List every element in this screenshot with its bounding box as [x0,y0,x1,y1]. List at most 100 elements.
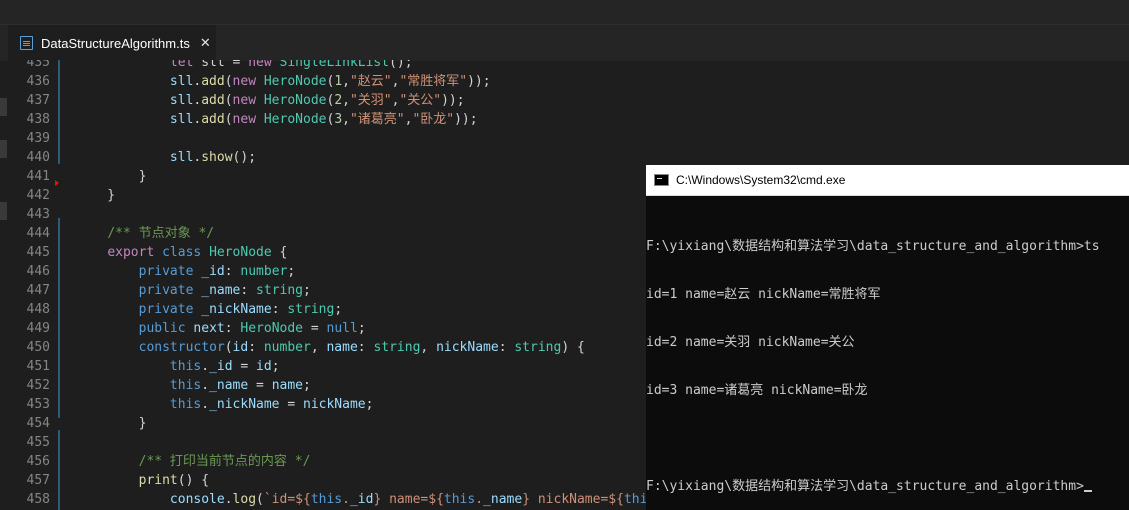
code-line[interactable]: 439 [0,129,1129,148]
code-token: ( [224,340,233,355]
line-number: 437 [26,93,50,108]
code-line[interactable]: 438 sll.add(new HeroNode(3,"诸葛亮","卧龙")); [0,110,1129,129]
code-token: , [342,93,350,108]
code-token: sll = [193,60,249,70]
code-token: = [279,397,303,412]
code-token: this [310,492,343,507]
code-token: this [169,397,202,412]
line-number: 441 [26,169,50,184]
code-token: this [169,378,202,393]
code-token: nickName [303,397,366,412]
code-token: this [169,359,202,374]
tab-title: DataStructureAlgorithm.ts [41,35,190,51]
line-number: 456 [26,454,50,469]
code-text: sll.add(new HeroNode(2,"关羽","关公")); [76,91,465,110]
code-text: private _name: string; [76,281,311,300]
code-text: sll.add(new HeroNode(3,"诸葛亮","卧龙")); [76,110,478,129]
line-number: 444 [26,226,50,241]
code-token: ; [357,321,366,336]
close-icon[interactable]: ✕ [200,35,211,51]
code-token: ; [365,397,374,412]
code-token: : [498,340,515,355]
code-token: add [201,93,225,108]
code-token: 3 [334,112,343,127]
code-token: id [232,340,249,355]
code-token: ( [224,93,233,108]
typescript-file-icon [20,36,33,50]
code-token: ( [256,492,264,507]
code-token: private [138,302,194,317]
code-token: , [342,112,350,127]
code-token: } nickName=${ [522,492,624,507]
code-text: private _nickName: string; [76,300,343,319]
code-token: : [224,321,241,336]
line-number: 452 [26,378,50,393]
code-token: name [271,378,303,393]
cmd-line [646,431,1129,447]
code-token: null [326,321,358,336]
line-number: 446 [26,264,50,279]
code-token: : [357,340,374,355]
code-token: = [248,378,272,393]
line-number: 438 [26,112,50,127]
code-token: ; [271,359,280,374]
code-token: "常胜将军" [399,74,468,89]
code-token: . [201,359,210,374]
code-line[interactable]: 437 sll.add(new HeroNode(2,"关羽","关公")); [0,91,1129,110]
code-text: } [76,167,147,186]
code-token: )); [454,112,478,127]
code-token: , [310,340,327,355]
cmd-line: id=3 name=诸葛亮 nickName=卧龙 [646,383,868,398]
code-token: 1 [334,74,343,89]
line-number: 458 [26,492,50,507]
code-token: "卧龙" [412,112,455,127]
code-token: "关羽" [349,93,392,108]
cmd-titlebar[interactable]: C:\Windows\System32\cmd.exe [646,165,1129,196]
code-text: this._name = name; [76,376,311,395]
code-token: (); [389,60,413,70]
code-text: print() { [76,471,209,490]
code-token: ; [334,302,343,317]
code-token: ) { [561,340,585,355]
code-token: add [201,112,225,127]
line-number: 457 [26,473,50,488]
code-text: this._nickName = nickName; [76,395,374,414]
cmd-line: F:\yixiang\数据结构和算法学习\data_structure_and_… [646,239,1100,254]
code-token: nickName [436,340,499,355]
code-token: sll [169,112,194,127]
code-token: let [169,60,194,70]
code-token: . [475,492,484,507]
code-token: = [232,359,257,374]
code-token: new [232,74,257,89]
code-token: show [201,150,233,165]
code-text: let sll = new SingleLinkList(); [76,60,413,72]
code-line[interactable]: 435 let sll = new SingleLinkList(); [0,60,1129,72]
code-token: HeroNode [240,321,304,336]
cmd-output[interactable]: F:\yixiang\数据结构和算法学习\data_structure_and_… [646,207,1129,510]
code-text: } [76,414,147,433]
code-token: _id [209,359,233,374]
tab-datastructurealgorithm[interactable]: DataStructureAlgorithm.ts ✕ [8,25,216,61]
code-line[interactable]: 436 sll.add(new HeroNode(1,"赵云","常胜将军"))… [0,72,1129,91]
code-token: } [76,188,116,203]
code-token: constructor [138,340,225,355]
code-token: /** 节点对象 */ [107,226,215,241]
code-token: id [256,359,272,374]
code-token: . [201,378,210,393]
cmd-window[interactable]: C:\Windows\System32\cmd.exe F:\yixiang\数… [646,165,1129,510]
code-token: sll [169,74,194,89]
